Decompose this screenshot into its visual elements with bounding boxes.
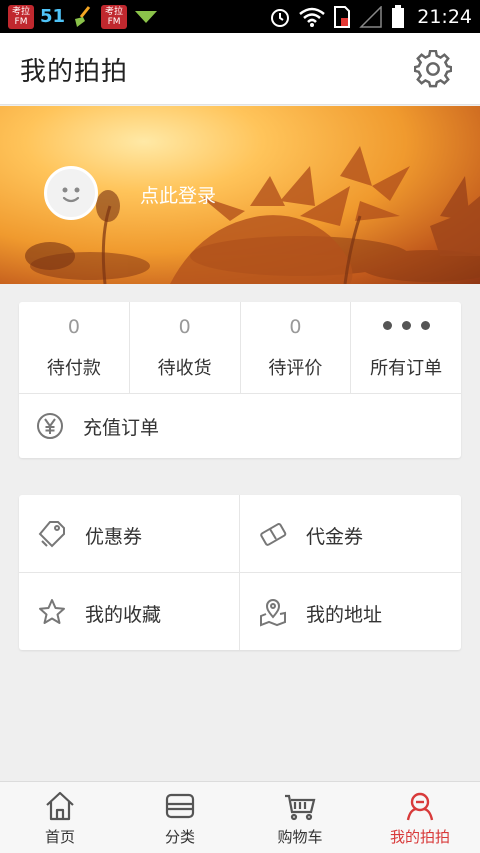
gear-icon[interactable] (414, 50, 452, 88)
orders-card: 0 待付款 0 待收货 0 待评价 所有订单 充值订单 (19, 302, 461, 458)
signal-icon (359, 5, 382, 28)
tab-label: 首页 (44, 828, 75, 846)
login-link[interactable]: 点此登录 (140, 181, 216, 208)
tab-cart[interactable]: 购物车 (240, 782, 360, 853)
category-icon (165, 793, 195, 819)
alarm-icon (271, 8, 290, 27)
favorites-label: 我的收藏 (85, 604, 162, 626)
map-pin-icon (260, 599, 286, 627)
address-label: 我的地址 (306, 604, 383, 626)
voucher-item[interactable]: 代金券 (240, 495, 461, 573)
koala-fm-notification-icon: 考拉FM (8, 4, 34, 29)
page-title: 我的拍拍 (20, 57, 129, 87)
wifi-icon (299, 7, 326, 27)
order-label: 待付款 (46, 358, 101, 379)
sim-card-icon (334, 5, 351, 28)
tab-category[interactable]: 分类 (120, 782, 240, 853)
favorites-item[interactable]: 我的收藏 (19, 573, 240, 650)
cart-icon (285, 794, 316, 821)
more-dots-icon (351, 321, 461, 330)
order-pending-review[interactable]: 0 待评价 (241, 302, 352, 393)
tab-my-paipai[interactable]: 我的拍拍 (360, 782, 480, 853)
services-card: 优惠券 代金券 我的收藏 我的地址 (19, 495, 461, 650)
koala-fm-notification-icon-2: 考拉FM (101, 4, 128, 29)
yen-icon (37, 413, 63, 439)
coupon-label: 优惠券 (85, 526, 143, 548)
coupon-item[interactable]: 优惠券 (19, 495, 240, 573)
order-label: 待评价 (268, 358, 323, 379)
battery-icon (392, 4, 405, 28)
order-status-row: 0 待付款 0 待收货 0 待评价 所有订单 (19, 302, 461, 394)
order-label: 待收货 (157, 358, 212, 379)
order-count: 0 (67, 316, 80, 338)
download-arrow-icon (135, 10, 158, 23)
tab-label: 分类 (164, 828, 195, 846)
recharge-orders-label: 充值订单 (83, 417, 160, 439)
bottom-tab-bar: 首页 分类 购物车 我的拍拍 (0, 781, 480, 853)
header-bar: 我的拍拍 (0, 33, 480, 105)
voucher-icon (260, 523, 287, 546)
order-pending-receipt[interactable]: 0 待收货 (130, 302, 241, 393)
tab-label: 购物车 (277, 828, 323, 846)
address-item[interactable]: 我的地址 (240, 573, 461, 650)
status-bar-right: 21:24 (269, 3, 472, 30)
order-count: 0 (178, 316, 191, 338)
order-label: 所有订单 (370, 358, 443, 379)
order-pending-payment[interactable]: 0 待付款 (19, 302, 130, 393)
status-bar-left: 考拉FM 51 考拉FM (8, 3, 159, 30)
voucher-label: 代金券 (306, 526, 364, 548)
clock: 21:24 (417, 5, 472, 28)
tab-label: 我的拍拍 (389, 828, 450, 846)
order-count: 0 (289, 316, 302, 338)
recharge-orders-item[interactable]: 充值订单 (19, 394, 461, 458)
tab-home[interactable]: 首页 (0, 782, 120, 853)
notification-count: 51 (40, 6, 66, 27)
home-icon (46, 791, 74, 821)
coupon-tag-icon (38, 521, 65, 548)
status-bar: 考拉FM 51 考拉FM 21:24 (0, 0, 480, 33)
smiley-avatar-icon (62, 187, 80, 203)
avatar[interactable] (44, 166, 98, 220)
user-icon (406, 792, 434, 821)
order-all[interactable]: 所有订单 (351, 302, 461, 393)
star-icon (39, 599, 65, 624)
broom-icon (75, 5, 91, 27)
